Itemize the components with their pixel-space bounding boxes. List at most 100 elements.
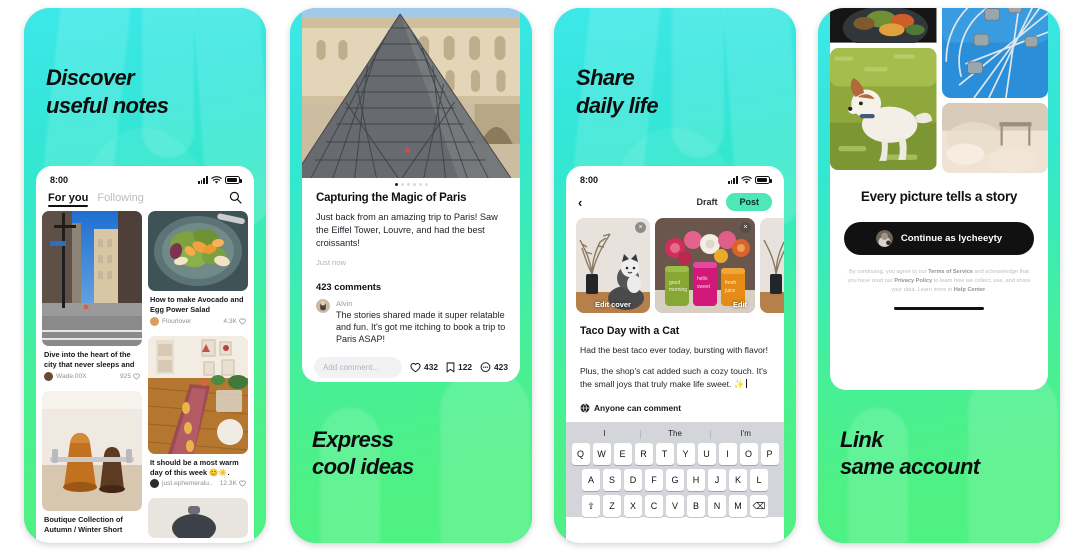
suggestion-0[interactable]: I [569, 426, 640, 443]
composer-paragraph-2[interactable]: Plus, the shop's cat added such a cozy t… [566, 356, 784, 390]
card-username[interactable]: Wade.00X [56, 373, 87, 380]
key-G[interactable]: G [666, 469, 684, 492]
key-Y[interactable]: Y [676, 443, 695, 466]
list-item[interactable]: How to make Avocado and Egg Power Salad … [148, 211, 248, 330]
bookmark-button[interactable]: 122 [446, 362, 472, 373]
cellular-signal-icon [727, 176, 738, 184]
media-thumb-drinks[interactable]: good morning hello sweet fresh juice × Edit [655, 218, 755, 313]
key-Q[interactable]: Q [571, 443, 590, 466]
composer-title[interactable]: Taco Day with a Cat [566, 313, 784, 337]
key-X[interactable]: X [624, 495, 642, 518]
help-center-link[interactable]: Help Center [954, 287, 985, 293]
edit-label[interactable]: Edit [733, 300, 747, 309]
card-likes[interactable]: 925 [120, 373, 140, 380]
card-likes[interactable]: 4.3K [223, 318, 246, 325]
remove-media-icon[interactable]: × [635, 222, 646, 233]
list-item[interactable]: Boutique Collection of Autumn / Winter S… [42, 390, 142, 536]
avatar [150, 479, 159, 489]
key-C[interactable]: C [645, 495, 663, 518]
key-V[interactable]: V [666, 495, 684, 518]
list-item[interactable]: It should be a most warm day of this wee… [148, 335, 248, 493]
key-K[interactable]: K [729, 469, 747, 492]
svg-text:morning: morning [669, 287, 687, 293]
card-image [148, 335, 248, 454]
card-likes[interactable]: 12.3K [220, 480, 246, 487]
post-button[interactable]: Post [726, 193, 772, 211]
key-L[interactable]: L [750, 469, 768, 492]
comment-button[interactable]: 423 [480, 361, 508, 373]
globe-icon [580, 403, 590, 413]
gallery-dog [830, 47, 937, 171]
panel-headline-discover: Discover useful notes [46, 65, 169, 118]
key-⇧[interactable]: ⇧ [582, 495, 600, 518]
composer-navbar: ‹ Draft Post [566, 188, 784, 218]
continue-button-label: Continue as lycheeyty [900, 233, 1003, 245]
key-P[interactable]: P [760, 443, 779, 466]
key-A[interactable]: A [582, 469, 600, 492]
screenshot-stage: Discover useful notes 8:00 For you Follo… [0, 0, 1080, 557]
wifi-icon [741, 175, 752, 184]
comment-author[interactable]: Alvin [336, 299, 506, 308]
status-time: 8:00 [50, 175, 69, 185]
wifi-icon [211, 175, 222, 184]
suggestion-1[interactable]: The [639, 426, 711, 443]
onscreen-keyboard[interactable]: I The I'm QWERTYUIOP ASDFGHJKL ⇧ Z X C V B N M ⌫ [566, 422, 784, 518]
like-button[interactable]: 432 [410, 362, 438, 373]
comments-count: 423 comments [316, 280, 382, 292]
terms-of-service-link[interactable]: Terms of Service [928, 269, 973, 275]
tab-following[interactable]: Following [97, 192, 143, 204]
key-M[interactable]: M [729, 495, 747, 518]
media-thumb-branches[interactable] [760, 218, 784, 313]
card-meta: just.ephemeralu.. 12.3K [148, 478, 248, 492]
key-R[interactable]: R [634, 443, 653, 466]
key-W[interactable]: W [592, 443, 611, 466]
key-N[interactable]: N [708, 495, 726, 518]
panel-headline-share: Share daily life [576, 65, 659, 118]
media-thumb-cat[interactable]: × Edit cover [576, 218, 650, 313]
card-caption: Boutique Collection of Autumn / Winter S… [44, 514, 123, 534]
key-D[interactable]: D [624, 469, 642, 492]
list-item[interactable] [148, 498, 248, 539]
key-J[interactable]: J [708, 469, 726, 492]
edit-cover-label[interactable]: Edit cover [576, 300, 650, 309]
search-icon[interactable] [229, 191, 242, 204]
phone-screen-composer: 8:00 ‹ Draft Post × Edit cover good morn… [566, 166, 784, 543]
comment-permission[interactable]: Anyone can comment [566, 390, 784, 422]
back-chevron-icon[interactable]: ‹ [578, 196, 582, 209]
key-S[interactable]: S [603, 469, 621, 492]
post-text: Just back from an amazing trip to Paris!… [316, 212, 498, 248]
panel-discover: Discover useful notes 8:00 For you Follo… [24, 8, 266, 543]
key-H[interactable]: H [687, 469, 705, 492]
card-username[interactable]: just.ephemeralu.. [162, 480, 213, 487]
composer-paragraph-1[interactable]: Had the best taco ever today, bursting w… [566, 337, 784, 356]
carousel-dots[interactable] [302, 178, 520, 188]
key-I[interactable]: I [718, 443, 737, 466]
heart-icon [410, 362, 421, 372]
card-username[interactable]: Flourlover [162, 318, 191, 325]
key-B[interactable]: B [687, 495, 705, 518]
remove-media-icon[interactable]: × [740, 222, 751, 233]
tab-for-you[interactable]: For you [48, 192, 89, 207]
draft-button[interactable]: Draft [696, 197, 717, 207]
key-U[interactable]: U [697, 443, 716, 466]
permission-label: Anyone can comment [594, 403, 682, 414]
key-O[interactable]: O [739, 443, 758, 466]
key-⌫[interactable]: ⌫ [750, 495, 768, 518]
svg-text:sweet: sweet [697, 284, 711, 290]
svg-text:juice: juice [724, 288, 736, 294]
add-comment-input[interactable]: Add comment... [314, 356, 403, 378]
comment-item: Alvin The stories shared made it super r… [316, 298, 506, 346]
privacy-policy-link[interactable]: Privacy Policy [894, 278, 932, 284]
continue-as-button[interactable]: Continue as lycheeyty [844, 222, 1034, 256]
photo-gallery [830, 8, 1048, 174]
panel-headline-link: Link same account [840, 426, 980, 480]
key-T[interactable]: T [655, 443, 674, 466]
list-item[interactable]: Dive into the heart of the city that nev… [42, 211, 142, 385]
key-Z[interactable]: Z [603, 495, 621, 518]
card-caption: Dive into the heart of the city that nev… [44, 350, 135, 369]
panel-headline-express: Express cool ideas [312, 426, 414, 480]
key-F[interactable]: F [645, 469, 663, 492]
suggestion-2[interactable]: I'm [710, 426, 781, 443]
key-E[interactable]: E [613, 443, 632, 466]
panel-post-detail: Express cool ideas Capturing the Magic o… [290, 8, 532, 543]
